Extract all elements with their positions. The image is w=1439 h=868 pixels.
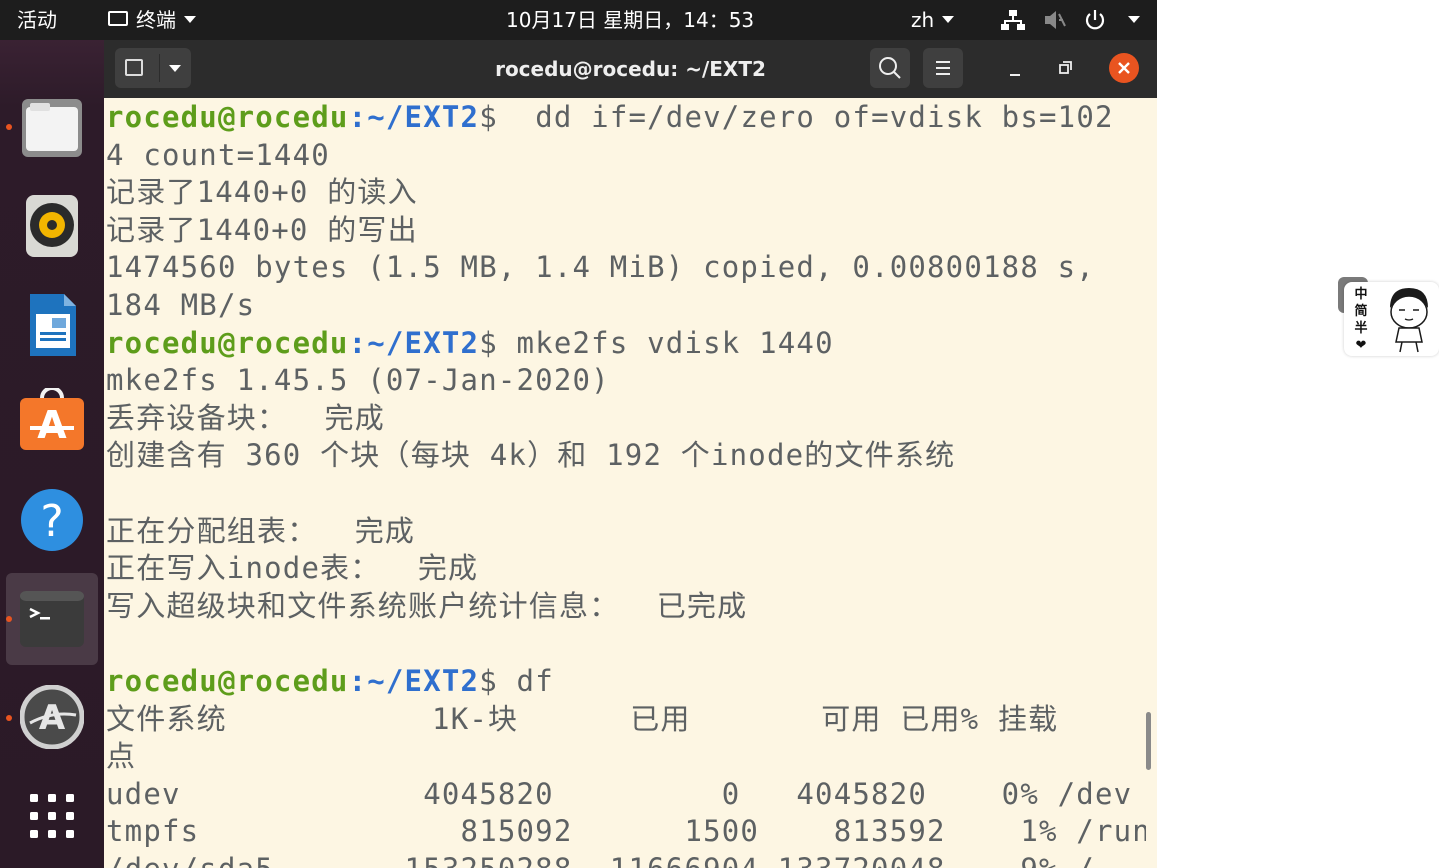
- ime-label-mode: 中: [1354, 287, 1368, 302]
- output-line: 4 count=1440: [106, 137, 330, 172]
- minimize-icon: [1010, 74, 1020, 76]
- terminal-output[interactable]: rocedu@rocedu:~/EXT2$ dd if=/dev/zero of…: [106, 98, 1146, 868]
- volume-muted-icon[interactable]: [1043, 0, 1067, 40]
- terminal-small-icon: [108, 11, 128, 26]
- output-line: /dev/sda5 153250288 11666904 133720048 9…: [106, 850, 1095, 868]
- output-line: 记录了1440+0 的读入: [106, 175, 418, 210]
- minimize-button[interactable]: [996, 48, 1036, 88]
- close-icon: [1118, 62, 1130, 74]
- prompt-symbol: $: [479, 664, 498, 698]
- output-line: 184 MB/s: [106, 288, 256, 322]
- activities-button[interactable]: 活动: [17, 0, 57, 40]
- output-line: 正在写入inode表： 完成: [106, 551, 479, 586]
- search-icon: [879, 57, 901, 79]
- prompt-user: rocedu@rocedu: [106, 325, 349, 360]
- ime-status-widget[interactable]: 中 简 半 ❤: [1344, 282, 1439, 356]
- software-icon[interactable]: A: [20, 386, 84, 452]
- output-line: 写入超级块和文件系统账户统计信息： 已完成: [106, 588, 748, 623]
- command-line: rocedu@rocedu:~/EXT2$ dd if=/dev/zero of…: [106, 98, 1114, 136]
- hamburger-icon: [936, 61, 950, 75]
- help-icon[interactable]: ?: [20, 488, 84, 552]
- prompt-path: :~/EXT2: [348, 325, 480, 360]
- output-line: 创建含有 360 个块（每块 4k）和 192 个inode的文件系统: [106, 438, 956, 473]
- output-line: 丢弃设备块： 完成: [106, 400, 385, 435]
- input-method-menu[interactable]: zh: [911, 0, 955, 40]
- menu-button[interactable]: [923, 48, 963, 88]
- command-text: df: [497, 664, 554, 698]
- terminal-icon[interactable]: [20, 587, 84, 651]
- app-grid-icon[interactable]: [20, 788, 84, 852]
- maximize-button[interactable]: [1045, 48, 1085, 88]
- mascot-icon: [1390, 288, 1428, 353]
- prompt-path: :~/EXT2: [348, 100, 480, 134]
- network-icon[interactable]: [1001, 0, 1025, 40]
- ime-label-script: 简: [1354, 304, 1368, 319]
- system-menu-chevron-icon[interactable]: [1120, 0, 1140, 40]
- output-line: 记录了1440+0 的写出: [106, 212, 418, 247]
- svg-text:?: ?: [40, 496, 63, 547]
- prompt-user: rocedu@rocedu: [106, 100, 349, 134]
- writer-icon[interactable]: [20, 292, 84, 356]
- output-line: 文件系统 1K-块 已用 可用 已用% 挂载: [106, 701, 1059, 736]
- terminal-window: rocedu@rocedu: ~/EXT2 rocedu@rocedu:~/EX…: [104, 40, 1157, 868]
- prompt-symbol: $: [479, 100, 498, 134]
- prompt-symbol: $: [479, 325, 498, 360]
- search-button[interactable]: [870, 48, 910, 88]
- command-line: rocedu@rocedu:~/EXT2$ df: [106, 662, 554, 700]
- updater-icon[interactable]: A: [19, 684, 85, 750]
- command-line: rocedu@rocedu:~/EXT2$ mke2fs vdisk 1440: [106, 324, 834, 362]
- output-line: 1474560 bytes (1.5 MB, 1.4 MiB) copied, …: [106, 250, 1095, 285]
- running-indicator: [6, 715, 12, 721]
- running-indicator: [6, 616, 12, 622]
- dock: A ? A: [0, 40, 104, 868]
- svg-text:A: A: [37, 403, 67, 447]
- close-button[interactable]: [1109, 53, 1139, 83]
- output-line: mke2fs 1.45.5 (07-Jan-2020): [106, 363, 610, 398]
- files-icon[interactable]: [20, 95, 84, 159]
- ime-labels: 中 简 半 ❤: [1354, 286, 1368, 354]
- output-line: tmpfs 815092 1500 813592 1% /run: [106, 814, 1146, 849]
- running-indicator: [6, 124, 12, 130]
- output-line: 正在分配组表： 完成: [106, 513, 416, 548]
- window-headerbar[interactable]: rocedu@rocedu: ~/EXT2: [104, 40, 1157, 98]
- chevron-down-icon: [942, 16, 955, 23]
- output-line: udev 4045820 0 4045820 0% /dev: [106, 776, 1133, 811]
- rhythmbox-icon[interactable]: [20, 193, 84, 257]
- prompt-user: rocedu@rocedu: [106, 664, 349, 698]
- ime-label-heart: ❤: [1355, 338, 1367, 353]
- ime-label-width: 半: [1354, 321, 1368, 336]
- output-line: 点: [106, 739, 137, 774]
- clock[interactable]: 10月17日 星期日，14：53: [506, 0, 754, 40]
- chevron-down-icon: [184, 16, 196, 23]
- command-text: mke2fs vdisk 1440: [497, 325, 834, 360]
- app-menu[interactable]: 终端: [108, 0, 196, 40]
- top-bar: 活动 终端 10月17日 星期日，14：53 zh: [0, 0, 1157, 40]
- restore-icon: [1059, 61, 1072, 74]
- app-menu-label: 终端: [136, 8, 176, 32]
- input-method-label: zh: [911, 8, 935, 32]
- command-text: dd if=/dev/zero of=vdisk bs=102: [497, 100, 1114, 134]
- scrollbar[interactable]: [1146, 712, 1151, 770]
- power-icon[interactable]: [1083, 0, 1107, 40]
- prompt-path: :~/EXT2: [348, 664, 480, 698]
